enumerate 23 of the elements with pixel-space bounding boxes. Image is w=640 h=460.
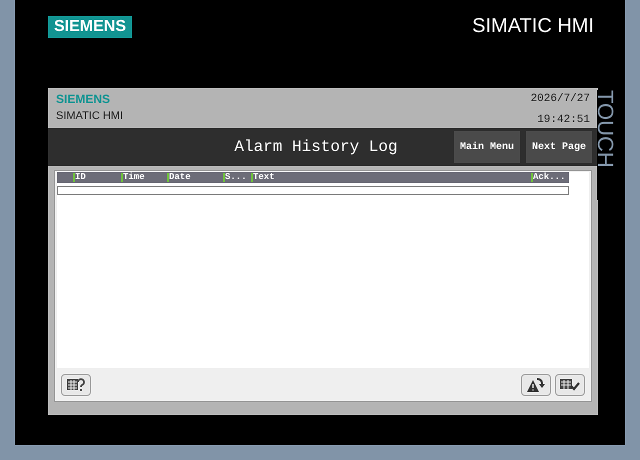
table-check-icon xyxy=(560,378,580,392)
product-label: SIMATIC HMI xyxy=(56,109,124,124)
toolbar-button[interactable] xyxy=(555,374,585,396)
nav-button[interactable]: Next Page xyxy=(526,131,592,163)
toolbar-button[interactable] xyxy=(61,374,91,396)
column-header[interactable]: ID xyxy=(75,172,86,183)
table-row[interactable] xyxy=(57,186,569,195)
brand-label: SIEMENS xyxy=(56,92,112,107)
column-header[interactable]: Time xyxy=(123,172,145,183)
column-header[interactable]: Ack... xyxy=(533,172,566,183)
table-help-icon xyxy=(67,378,85,392)
column-header[interactable]: S... xyxy=(225,172,247,183)
date-display: 2026/7/27 xyxy=(530,92,590,107)
toolbar-button[interactable] xyxy=(521,374,551,396)
product-name: SIMATIC HMI xyxy=(472,14,594,38)
time-display: 19:42:51 xyxy=(537,113,590,128)
warning-arrow-icon xyxy=(527,376,545,392)
screen-title: Alarm History Log xyxy=(233,137,399,158)
nav-button[interactable]: Main Menu xyxy=(454,131,520,163)
siemens-logo: SIEMENS xyxy=(48,16,132,38)
column-header[interactable]: Text xyxy=(253,172,275,183)
touch-label: TOUCH xyxy=(597,90,613,200)
column-header[interactable]: Date xyxy=(169,172,191,183)
